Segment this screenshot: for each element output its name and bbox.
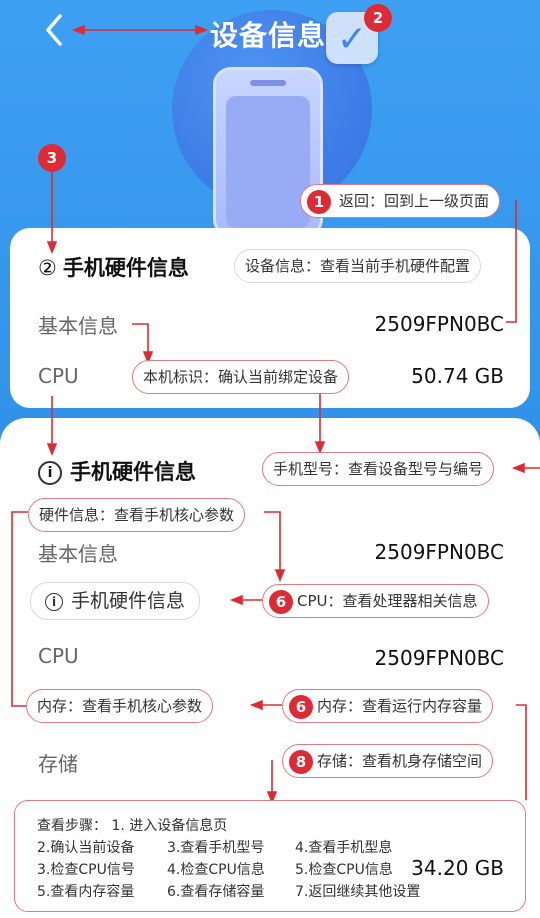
step-item: 4.检查CPU信息 [167, 862, 265, 878]
annotation-badge: 6 [289, 694, 313, 719]
annotation-mem-left: 内存：查看手机核心参数 [26, 689, 214, 723]
step-item: 6.查看存储容量 [167, 884, 265, 900]
step-item: 3.查看手机型号 [167, 840, 265, 856]
annotation-badge: 2 [364, 4, 392, 32]
step-item: 2.确认当前设备 [37, 840, 135, 856]
annotation-badge: 8 [289, 749, 313, 774]
annotation-device-id: 本机标识：确认当前绑定设备 [132, 360, 350, 394]
step-item: 5.检查CPU信息 [295, 862, 393, 878]
annotation-badge: 3 [38, 144, 66, 172]
annotation-text: 返回：回到上一级页面 [339, 192, 490, 210]
annotation-badge: 6 [269, 589, 293, 614]
annotation-text: 内存：查看运行内存容量 [317, 697, 483, 715]
annotation-cpu: 6 CPU：查看处理器相关信息 [262, 584, 489, 618]
annotation-back: 1 返回：回到上一级页面 [300, 184, 501, 218]
annotation-text: CPU：查看处理器相关信息 [297, 592, 478, 610]
step-item: 4.查看手机型息 [295, 840, 393, 856]
step-item: 7.返回继续其他设置 [295, 884, 421, 900]
step-item: 5.查看内存容量 [37, 884, 135, 900]
annotation-hardware: 硬件信息：查看手机核心参数 [28, 498, 246, 532]
annotation-storage: 8 存储：查看机身存储空间 [282, 744, 494, 778]
annotation-badge: 1 [307, 189, 331, 214]
annotation-text: 存储：查看机身存储空间 [317, 752, 483, 770]
steps-intro: 查看步骤： 1. 进入设备信息页 [37, 818, 228, 834]
annotation-device-info: 设备信息：查看当前手机硬件配置 [234, 249, 482, 283]
step-item: 3.检查CPU信号 [37, 862, 135, 878]
card2-value-storage: 34.20 GB [411, 856, 504, 880]
annotation-model: 手机型号：查看设备型号与编号 [262, 452, 495, 486]
annotation-mem-right: 6 内存：查看运行内存容量 [282, 689, 494, 723]
